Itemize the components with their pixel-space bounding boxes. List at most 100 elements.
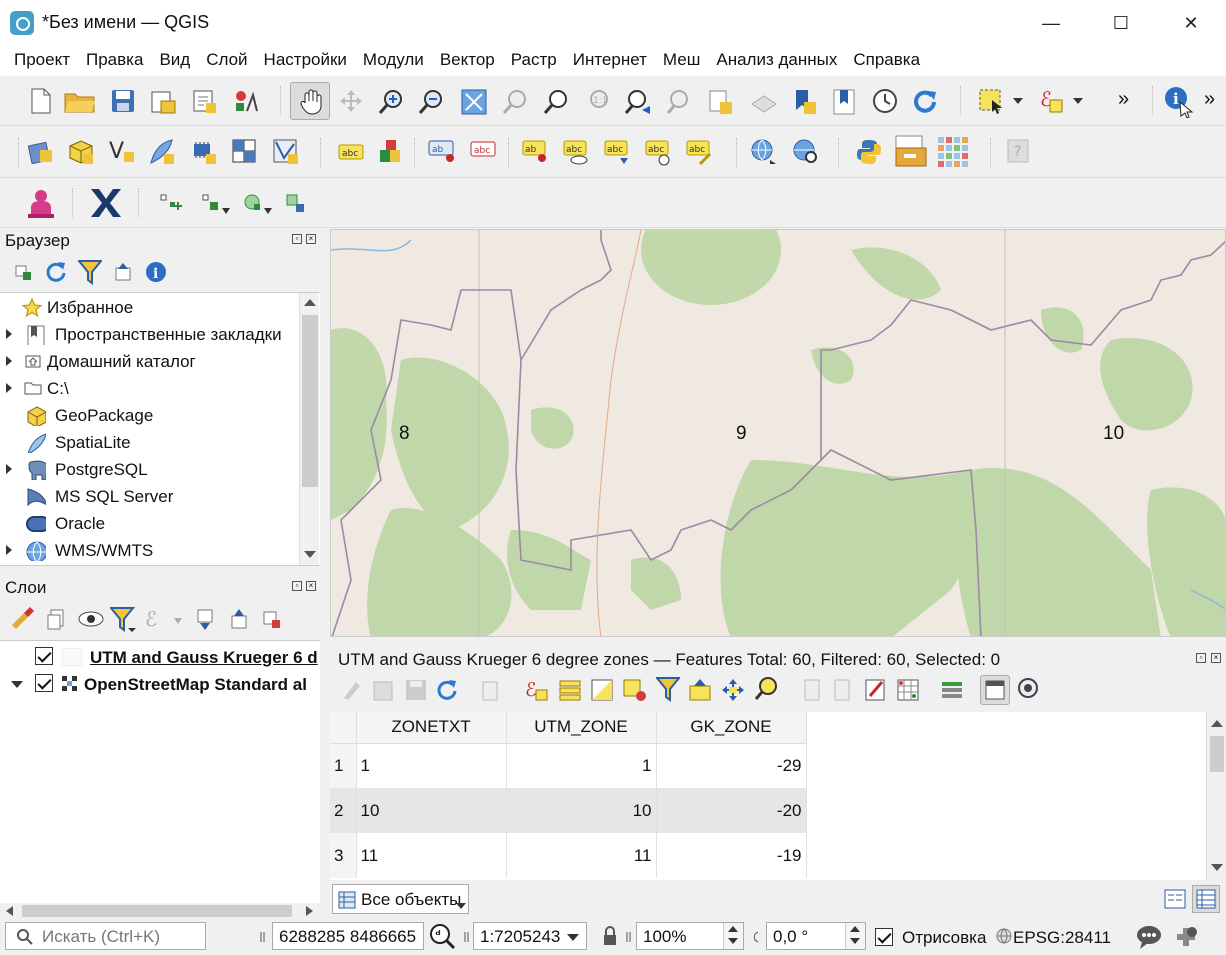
filter-icon[interactable] [78, 259, 102, 285]
spin-buttons[interactable] [845, 923, 865, 949]
organize-columns-icon[interactable] [940, 678, 964, 702]
zoom-in-icon[interactable] [378, 88, 406, 116]
scroll-right-icon[interactable] [306, 906, 313, 916]
expand-arrow-icon[interactable] [6, 356, 12, 366]
menu-raster[interactable]: Растр [503, 46, 565, 76]
tree-item-wms[interactable]: WMS/WMTS [0, 538, 298, 565]
expand-arrow-icon[interactable] [6, 329, 12, 339]
magnifier-spinbox[interactable]: 100% [636, 922, 744, 950]
select-by-expression-icon[interactable]: ℰ [524, 678, 550, 702]
tree-item-postgresql[interactable]: PostgreSQL [0, 457, 298, 484]
filter-legend-icon[interactable] [110, 606, 136, 634]
move-label-icon[interactable]: ab [522, 140, 550, 164]
python-console-icon[interactable] [856, 138, 884, 166]
minimize-button[interactable]: — [1016, 0, 1086, 46]
row-number[interactable]: 3 [330, 833, 357, 878]
cell-zonetxt[interactable]: 1 [356, 743, 507, 788]
invert-selection-icon[interactable] [590, 678, 614, 702]
close-panel-button[interactable]: × [306, 234, 316, 244]
chevron-down-icon[interactable] [1072, 96, 1084, 106]
layer-row[interactable]: UTM and Gauss Krueger 6 d [0, 643, 320, 671]
help-contents-icon[interactable]: ? [1006, 138, 1030, 164]
remove-layer-icon[interactable] [262, 608, 282, 630]
show-bookmarks-icon[interactable] [832, 88, 856, 116]
cell-gk-zone[interactable]: -29 [656, 743, 807, 788]
dock-table-button[interactable] [980, 675, 1010, 705]
label-toolbar-icon[interactable]: abc [338, 142, 364, 162]
column-header[interactable]: ZONETXT [356, 712, 507, 744]
refresh-icon[interactable] [44, 260, 68, 284]
menu-web[interactable]: Интернет [565, 46, 655, 76]
field-calculator-icon[interactable] [864, 678, 888, 702]
refresh-icon[interactable] [912, 88, 938, 114]
select-all-icon[interactable] [558, 678, 582, 702]
layer-row[interactable]: OpenStreetMap Standard al [0, 670, 320, 698]
zoom-last-icon[interactable] [624, 88, 652, 116]
table-row[interactable]: 1 1 1 -29 [330, 743, 807, 788]
zoom-to-layer-icon[interactable] [543, 88, 571, 116]
tree-item-home[interactable]: Домашний каталог [0, 349, 298, 376]
zoom-to-selected-icon[interactable] [754, 676, 780, 702]
save-project-icon[interactable] [111, 89, 135, 113]
row-number[interactable]: 1 [330, 743, 357, 788]
plugin-updates-icon[interactable] [1174, 924, 1200, 950]
spatial-bookmark-icon[interactable] [792, 88, 818, 116]
tree-item-mssql[interactable]: MS SQL Server [0, 484, 298, 511]
spin-up-icon[interactable] [850, 926, 860, 932]
add-selected-layers-icon[interactable] [14, 262, 34, 282]
style-manager-icon[interactable] [233, 89, 259, 115]
scale-dropdown[interactable]: 1:7205243 [473, 922, 587, 950]
tree-item-spatialite[interactable]: SpatiaLite [0, 430, 298, 457]
conditional-formatting-icon[interactable] [896, 678, 920, 702]
locator-search-input[interactable]: Искать (Ctrl+K) [5, 922, 206, 950]
toolbar-overflow-button[interactable]: » [1118, 88, 1129, 111]
spin-up-icon[interactable] [728, 926, 738, 932]
chevron-down-icon[interactable] [1012, 96, 1024, 106]
float-panel-button[interactable]: ▫ [292, 581, 302, 591]
float-panel-button[interactable]: ▫ [292, 234, 302, 244]
form-view-icon[interactable] [1164, 888, 1186, 910]
layer-visibility-checkbox[interactable] [35, 647, 53, 665]
menu-project[interactable]: Проект [6, 46, 78, 76]
temporal-controller-icon[interactable] [872, 88, 898, 114]
zoom-next-icon[interactable] [666, 88, 694, 116]
show-all-features-dropdown[interactable]: Все объекты [332, 884, 469, 914]
diagram-icon[interactable] [378, 138, 404, 166]
info-icon[interactable]: i [144, 260, 168, 284]
deselect-all-icon[interactable] [622, 678, 648, 702]
plugin-x-icon[interactable] [88, 186, 124, 220]
new-virtual-layer-icon[interactable] [231, 138, 259, 166]
browser-scrollbar[interactable] [299, 293, 319, 565]
toolbar-overflow-button[interactable]: » [1204, 88, 1215, 111]
expand-arrow-icon[interactable] [6, 464, 12, 474]
scroll-down-icon[interactable] [304, 551, 316, 558]
pan-to-selected-icon[interactable] [720, 678, 746, 702]
new-shapefile-layer-icon[interactable]: V [108, 136, 136, 166]
select-features-icon[interactable] [978, 88, 1004, 114]
tree-item-drive-c[interactable]: C:\ [0, 376, 298, 403]
expand-arrow-icon[interactable] [6, 383, 12, 393]
cell-zonetxt[interactable]: 10 [356, 788, 507, 833]
new-3d-view-icon[interactable] [750, 88, 778, 116]
delete-field-icon[interactable] [832, 678, 856, 702]
scroll-up-icon[interactable] [304, 299, 316, 306]
menu-processing[interactable]: Анализ данных [708, 46, 845, 76]
highlight-pinned-labels-icon[interactable]: abc [563, 140, 591, 166]
layers-h-scrollbar[interactable] [0, 903, 320, 919]
reload-table-icon[interactable] [436, 678, 460, 702]
map-canvas[interactable]: 8 9 10 [330, 229, 1226, 637]
maximize-button[interactable]: ☐ [1086, 0, 1156, 46]
new-field-icon[interactable] [802, 678, 826, 702]
menu-view[interactable]: Вид [151, 46, 198, 76]
close-button[interactable]: ✕ [1156, 0, 1226, 46]
cell-gk-zone[interactable]: -20 [656, 788, 807, 833]
table-row[interactable]: 3 11 11 -19 [330, 833, 807, 878]
messages-icon[interactable] [1136, 924, 1164, 950]
add-feature-point-icon[interactable] [158, 192, 182, 214]
expand-arrow-icon[interactable] [6, 545, 12, 555]
paste-features-icon[interactable] [480, 678, 502, 702]
toggle-extents-icon[interactable]: ᵈ [428, 922, 456, 952]
data-source-manager-icon[interactable] [28, 138, 54, 164]
row-number[interactable]: 2 [330, 788, 357, 833]
column-header[interactable]: GK_ZONE [656, 712, 807, 744]
